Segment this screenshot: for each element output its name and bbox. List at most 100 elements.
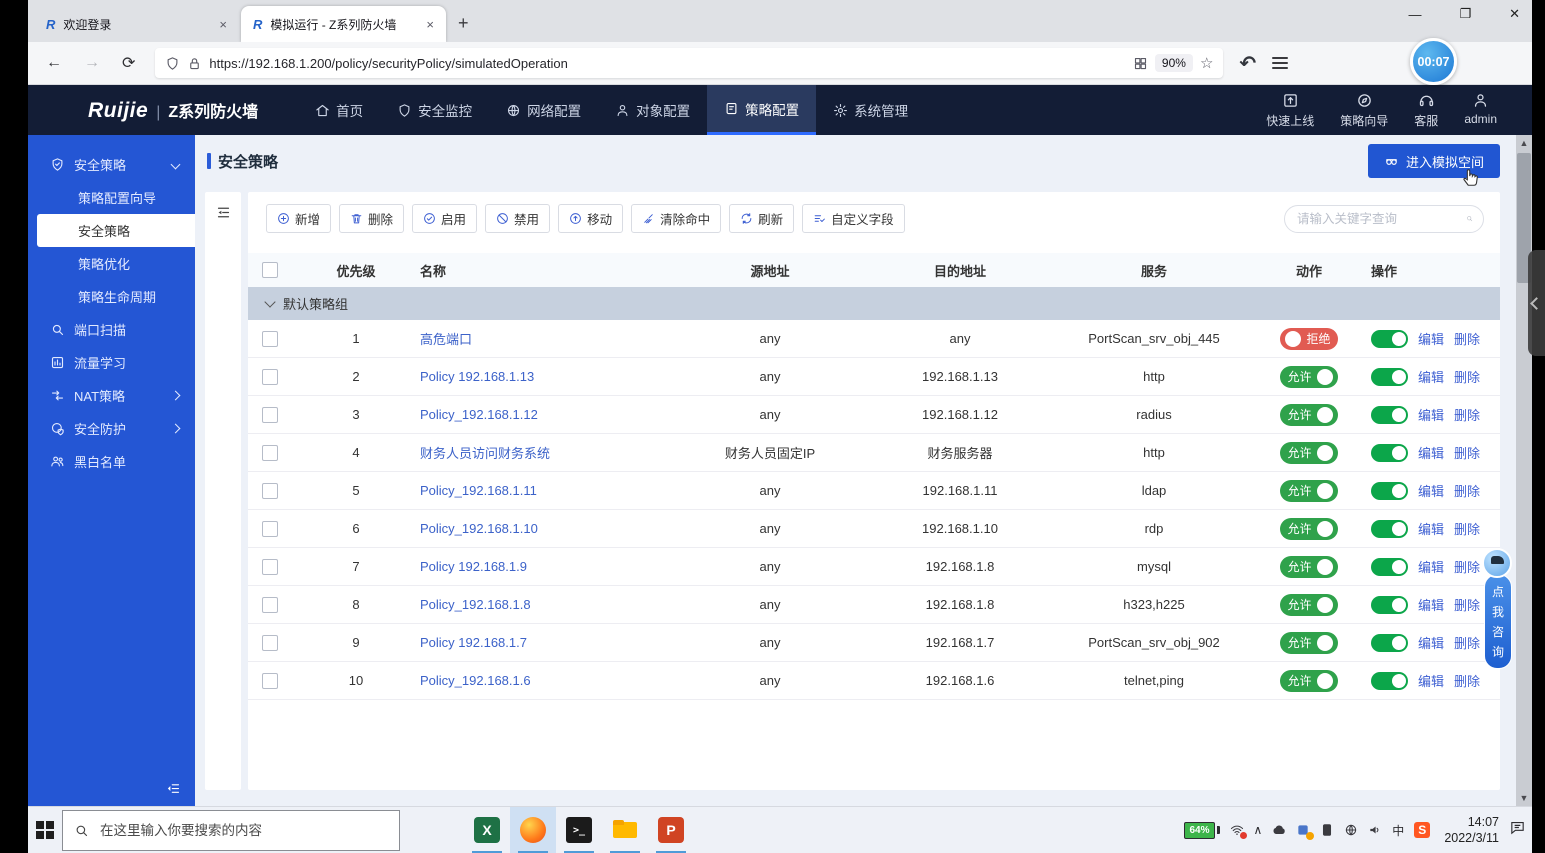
enable-toggle[interactable] (1371, 368, 1408, 386)
row-checkbox[interactable] (262, 483, 278, 499)
delete-link[interactable]: 删除 (1454, 633, 1480, 652)
edit-link[interactable]: 编辑 (1418, 633, 1444, 652)
window-minimize-button[interactable]: — (1402, 5, 1427, 24)
action-toggle-pill[interactable]: 允许 (1280, 366, 1338, 388)
reload-button[interactable]: ⟳ (114, 51, 143, 75)
taskbar-app[interactable] (510, 807, 556, 853)
edit-link[interactable]: 编辑 (1418, 519, 1444, 538)
delete-link[interactable]: 删除 (1454, 443, 1480, 462)
delete-link[interactable]: 删除 (1454, 481, 1480, 500)
enable-toggle[interactable] (1371, 558, 1408, 576)
sidebar-item[interactable]: 流量学习 (28, 346, 195, 379)
recorder-side-panel[interactable] (1528, 250, 1545, 356)
sidebar-item[interactable]: 安全防护 (28, 412, 195, 445)
delete-link[interactable]: 删除 (1454, 519, 1480, 538)
row-checkbox[interactable] (262, 445, 278, 461)
top-nav-item[interactable]: 对象配置 (598, 85, 707, 135)
sidebar-item[interactable]: 安全策略 (37, 214, 195, 247)
edit-link[interactable]: 编辑 (1418, 443, 1444, 462)
enable-toggle[interactable] (1371, 444, 1408, 462)
toolbar-button[interactable]: 删除 (339, 204, 404, 233)
browser-tab[interactable]: R 欢迎登录 × (34, 6, 239, 42)
row-checkbox[interactable] (262, 331, 278, 347)
delete-link[interactable]: 删除 (1454, 557, 1480, 576)
edit-link[interactable]: 编辑 (1418, 329, 1444, 348)
edit-link[interactable]: 编辑 (1418, 481, 1444, 500)
tray-icon[interactable] (1272, 823, 1286, 837)
tray-icon[interactable] (1230, 823, 1244, 837)
policy-name-link[interactable]: 财务人员访问财务系统 (420, 443, 675, 462)
tray-icon[interactable] (1368, 823, 1382, 837)
panel-toggle-icon[interactable] (215, 204, 232, 221)
action-toggle-pill[interactable]: 允许 (1280, 442, 1338, 464)
delete-link[interactable]: 删除 (1454, 595, 1480, 614)
action-toggle-pill[interactable]: 允许 (1280, 480, 1338, 502)
lock-icon[interactable] (187, 56, 202, 71)
url-text[interactable]: https://192.168.1.200/policy/securityPol… (209, 56, 1126, 71)
taskbar-search-box[interactable] (62, 810, 400, 851)
tab-close-icon[interactable]: × (217, 17, 229, 32)
edit-link[interactable]: 编辑 (1418, 367, 1444, 386)
action-toggle-pill[interactable]: 允许 (1280, 632, 1338, 654)
policy-name-link[interactable]: Policy_192.168.1.10 (420, 521, 675, 536)
taskbar-app[interactable]: X (464, 807, 510, 853)
delete-link[interactable]: 删除 (1454, 405, 1480, 424)
policy-name-link[interactable]: 高危端口 (420, 329, 675, 348)
policy-group-row[interactable]: 默认策略组 (248, 287, 1500, 320)
url-bar[interactable]: https://192.168.1.200/policy/securityPol… (155, 48, 1223, 78)
toolbar-button[interactable]: 禁用 (485, 204, 550, 233)
action-toggle-pill[interactable]: 允许 (1280, 404, 1338, 426)
taskbar-clock[interactable]: 14:07 2022/3/11 (1444, 814, 1499, 847)
tray-icon[interactable]: S (1414, 822, 1430, 838)
notification-center-icon[interactable] (1509, 819, 1526, 841)
keyword-search-input[interactable] (1295, 211, 1460, 227)
scroll-down-arrow[interactable]: ▼ (1516, 790, 1532, 806)
toolbar-button[interactable]: 新增 (266, 204, 331, 233)
top-nav-item[interactable]: 系统管理 (816, 85, 925, 135)
select-all-checkbox[interactable] (262, 262, 278, 278)
sidebar-item[interactable]: 端口扫描 (28, 313, 195, 346)
tracking-shield-icon[interactable] (165, 56, 180, 71)
toolbar-button[interactable]: 启用 (412, 204, 477, 233)
toolbar-button[interactable]: 自定义字段 (802, 204, 905, 233)
action-toggle-pill[interactable]: 允许 (1280, 594, 1338, 616)
sidebar-item[interactable]: 策略配置向导 (28, 181, 195, 214)
policy-name-link[interactable]: Policy 192.168.1.9 (420, 559, 675, 574)
tray-icon[interactable]: 中 (1392, 822, 1404, 839)
new-tab-button[interactable]: + (446, 13, 481, 34)
enable-toggle[interactable] (1371, 406, 1408, 424)
sidebar-item[interactable]: 策略优化 (28, 247, 195, 280)
row-checkbox[interactable] (262, 673, 278, 689)
action-toggle-pill[interactable]: 允许 (1280, 670, 1338, 692)
page-scrollbar[interactable]: ▲ ▼ (1516, 135, 1532, 806)
scroll-up-arrow[interactable]: ▲ (1516, 135, 1532, 151)
enable-toggle[interactable] (1371, 634, 1408, 652)
sidebar-item[interactable]: NAT策略 (28, 379, 195, 412)
edit-link[interactable]: 编辑 (1418, 405, 1444, 424)
tray-icon[interactable] (1320, 823, 1334, 837)
row-checkbox[interactable] (262, 597, 278, 613)
row-checkbox[interactable] (262, 635, 278, 651)
sidebar-collapse-icon[interactable] (166, 781, 181, 796)
top-nav-utility-item[interactable]: 快速上线 (1257, 92, 1323, 129)
policy-name-link[interactable]: Policy_192.168.1.11 (420, 483, 675, 498)
taskbar-app[interactable]: >_ (556, 807, 602, 853)
top-nav-utility-item[interactable]: 客服 (1405, 92, 1447, 129)
consult-avatar[interactable] (1482, 548, 1512, 578)
zoom-level-chip[interactable]: 90% (1155, 54, 1193, 72)
enable-toggle[interactable] (1371, 596, 1408, 614)
enable-toggle[interactable] (1371, 482, 1408, 500)
delete-link[interactable]: 删除 (1454, 329, 1480, 348)
policy-name-link[interactable]: Policy 192.168.1.13 (420, 369, 675, 384)
sidebar-item[interactable]: 策略生命周期 (28, 280, 195, 313)
consult-pill[interactable]: 点 我 咨 询 (1484, 574, 1512, 669)
toolbar-button[interactable]: 清除命中 (631, 204, 721, 233)
taskbar-search-input[interactable] (98, 822, 388, 839)
edit-link[interactable]: 编辑 (1418, 595, 1444, 614)
row-checkbox[interactable] (262, 369, 278, 385)
recorder-undo-arrow-icon[interactable]: ↶ (1239, 51, 1256, 76)
toolbar-button[interactable]: 移动 (558, 204, 623, 233)
start-button[interactable] (28, 807, 62, 853)
enable-toggle[interactable] (1371, 672, 1408, 690)
browser-tab[interactable]: R 模拟运行 - Z系列防火墙 × (241, 6, 446, 42)
